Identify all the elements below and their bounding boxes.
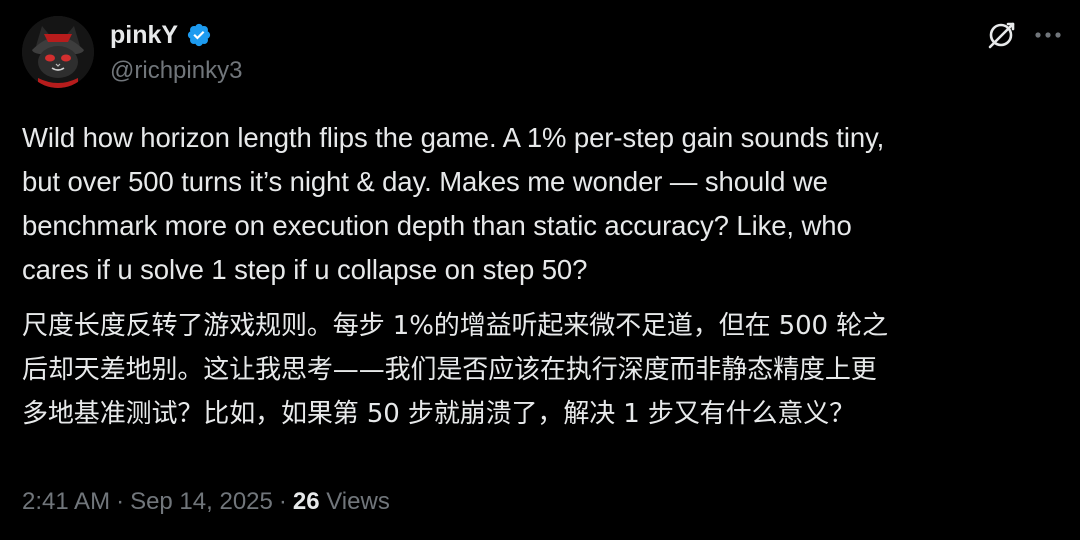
avatar-image <box>22 16 94 88</box>
header-actions <box>986 18 1062 52</box>
author-names: pinkY @richpinky3 <box>110 18 242 88</box>
tweet-text-chinese: 尺度长度反转了游戏规则。每步 1%的增益听起来微不足道，但在 500 轮之 后却… <box>22 311 888 429</box>
meta-separator: · <box>116 488 125 515</box>
verified-badge-icon[interactable] <box>186 22 212 48</box>
avatar[interactable] <box>22 16 94 88</box>
tweet-card: pinkY @richpinky3 Wild how horizon lengt… <box>0 0 1080 540</box>
views-label[interactable]: Views <box>326 488 390 515</box>
more-icon[interactable] <box>1034 31 1062 39</box>
meta-separator: · <box>278 488 287 515</box>
display-name-row: pinkY <box>110 18 242 52</box>
views-count[interactable]: 26 <box>293 488 320 515</box>
tweet-meta: 2:41 AM · Sep 14, 2025 · 26 Views <box>22 484 390 520</box>
author-handle[interactable]: @richpinky3 <box>110 54 242 88</box>
grok-icon[interactable] <box>986 20 1016 50</box>
tweet-header: pinkY @richpinky3 <box>22 16 1062 88</box>
tweet-time[interactable]: 2:41 AM <box>22 488 110 515</box>
display-name[interactable]: pinkY <box>110 18 178 52</box>
tweet-date[interactable]: Sep 14, 2025 <box>130 488 273 515</box>
tweet-text-english: Wild how horizon length flips the game. … <box>22 122 885 285</box>
tweet-text: Wild how horizon length flips the game. … <box>22 116 1062 436</box>
